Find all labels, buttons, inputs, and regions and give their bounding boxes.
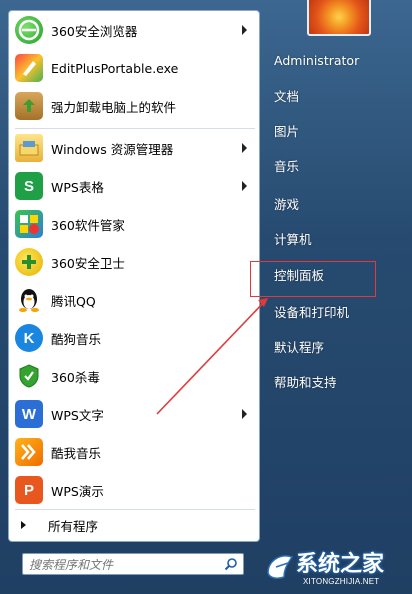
annotation-arrow-icon xyxy=(156,298,268,415)
watermark-subtext: XITONGZHIJIA.NET xyxy=(303,577,380,586)
start-menu: 360安全浏览器 EditPlusPortable.exe 强力卸载电脑上的软件… xyxy=(0,0,412,594)
watermark-text: 系统之家 xyxy=(296,552,385,577)
